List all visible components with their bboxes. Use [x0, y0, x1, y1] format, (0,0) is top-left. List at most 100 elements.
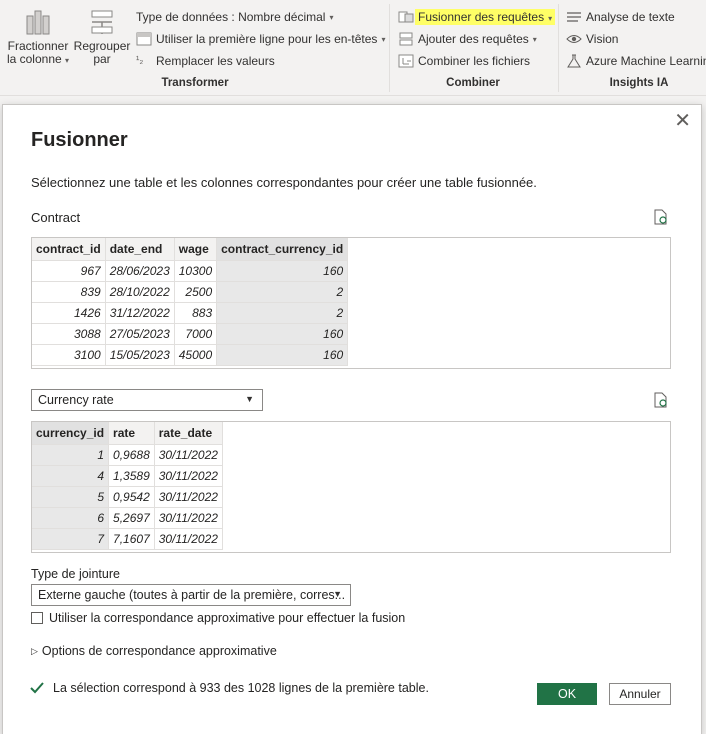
- table-cell: 6: [32, 507, 110, 529]
- table-cell: 2500: [174, 281, 218, 303]
- azure-ml-button[interactable]: Azure Machine Learning: [566, 51, 706, 71]
- table-cell: 1426: [32, 302, 106, 324]
- table-cell: 1,3589: [108, 465, 155, 487]
- table-cell: 4: [32, 465, 110, 487]
- column-header[interactable]: rate_date: [154, 422, 223, 445]
- refresh-preview-icon[interactable]: [654, 392, 668, 408]
- merge-queries-button[interactable]: Fusionner des requêtes ▾: [398, 7, 556, 27]
- split-column-button[interactable]: Fractionner la colonne ▾: [6, 8, 70, 67]
- table-row: 1426 31/12/2022 883 2: [32, 302, 349, 324]
- table-row: 4 1,3589 30/11/2022: [32, 465, 223, 487]
- chevron-right-icon: ▷: [31, 645, 38, 656]
- group-by-icon: [88, 8, 116, 36]
- table-cell: 30/11/2022: [154, 528, 223, 550]
- table-cell: 31/12/2022: [105, 302, 175, 324]
- flask-icon: [566, 54, 582, 68]
- ok-button[interactable]: OK: [537, 683, 597, 705]
- replace-values-button[interactable]: ¹₂ Remplacer les valeurs: [136, 51, 275, 71]
- table-cell: 45000: [174, 344, 218, 366]
- transform-group-label: Transformer: [161, 77, 229, 89]
- combine-files-button[interactable]: Combiner les fichiers: [398, 51, 530, 71]
- join-type-select[interactable]: Externe gauche (toutes à partir de la pr…: [31, 584, 351, 606]
- table-row: 6 5,2697 30/11/2022: [32, 507, 223, 529]
- dialog-title: Fusionner: [31, 129, 128, 151]
- table-cell: 160: [216, 323, 349, 345]
- append-queries-button[interactable]: Ajouter des requêtes ▾: [398, 29, 537, 49]
- table-cell: 27/05/2023: [105, 323, 175, 345]
- table-row: 3088 27/05/2023 7000 160: [32, 323, 349, 345]
- table-cell: 7: [32, 528, 110, 550]
- table-cell: 967: [32, 260, 106, 282]
- ai-group-label: Insights IA: [609, 77, 669, 89]
- split-column-icon: [24, 8, 52, 36]
- close-icon[interactable]: ✕: [674, 111, 691, 131]
- combine-files-icon: [398, 54, 414, 68]
- chevron-down-icon: ▼: [245, 394, 254, 404]
- table-header-icon: [136, 32, 152, 46]
- chevron-down-icon: ▾: [381, 34, 386, 44]
- table-row: 5 0,9542 30/11/2022: [32, 486, 223, 508]
- table-row: 3100 15/05/2023 45000 160: [32, 344, 349, 366]
- checkmark-icon: [29, 680, 45, 696]
- chevron-down-icon: ▼: [333, 589, 342, 599]
- join-type-label: Type de jointure: [31, 567, 120, 581]
- eye-icon: [566, 32, 582, 46]
- fuzzy-options-expander[interactable]: ▷ Options de correspondance approximativ…: [31, 644, 277, 658]
- table2-select[interactable]: Currency rate ▼: [31, 389, 263, 411]
- vision-button[interactable]: Vision: [566, 29, 618, 49]
- group-by-button[interactable]: Regrouper par: [74, 8, 130, 66]
- table-cell: 30/11/2022: [154, 507, 223, 529]
- ribbon-divider: [558, 4, 559, 92]
- merge-queries-icon: [398, 10, 414, 24]
- table-cell: 28/06/2023: [105, 260, 175, 282]
- text-lines-icon: [566, 10, 582, 24]
- table-cell: 7000: [174, 323, 218, 345]
- ribbon-divider: [389, 4, 390, 92]
- table-cell: 5: [32, 486, 110, 508]
- table-cell: 30/11/2022: [154, 465, 223, 487]
- column-header[interactable]: date_end: [105, 238, 175, 261]
- table-cell: 5,2697: [108, 507, 155, 529]
- table-cell: 3100: [32, 344, 106, 366]
- table-cell: 28/10/2022: [105, 281, 175, 303]
- chevron-down-icon: ▾: [329, 12, 334, 22]
- cancel-button[interactable]: Annuler: [609, 683, 671, 705]
- table-row: 839 28/10/2022 2500 2: [32, 281, 349, 303]
- column-header[interactable]: currency_id: [32, 422, 110, 445]
- replace-values-icon: ¹₂: [136, 55, 144, 66]
- column-header[interactable]: contract_id: [32, 238, 106, 261]
- match-status: La sélection correspond à 933 des 1028 l…: [29, 680, 429, 696]
- ribbon: Fractionner la colonne ▾ Regrouper par Typ…: [0, 0, 706, 96]
- table-cell: 30/11/2022: [154, 486, 223, 508]
- refresh-preview-icon[interactable]: [654, 209, 668, 225]
- merge-dialog: ✕ Fusionner Sélectionnez une table et le…: [2, 104, 702, 734]
- column-header[interactable]: contract_currency_id: [216, 238, 349, 261]
- table-cell: 15/05/2023: [105, 344, 175, 366]
- table-row: 1 0,9688 30/11/2022: [32, 444, 223, 466]
- table-cell: 2: [216, 302, 349, 324]
- table-cell: 2: [216, 281, 349, 303]
- table-cell: 10300: [174, 260, 218, 282]
- table2-preview: currency_id rate rate_date 1 0,9688 30/11/20…: [31, 421, 671, 553]
- column-header[interactable]: rate: [108, 422, 155, 445]
- table-cell: 160: [216, 344, 349, 366]
- table-row: 967 28/06/2023 10300 160: [32, 260, 349, 282]
- data-type-dropdown[interactable]: Type de données : Nombre décimal ▾: [136, 7, 333, 27]
- first-row-headers-button[interactable]: Utiliser la première ligne pour les en-t…: [136, 29, 385, 49]
- table-cell: 3088: [32, 323, 106, 345]
- text-analytics-button[interactable]: Analyse de texte: [566, 7, 675, 27]
- combine-group-label: Combiner: [446, 77, 500, 89]
- table-cell: 883: [174, 302, 218, 324]
- fuzzy-match-checkbox[interactable]: Utiliser la correspondance approximative…: [31, 611, 405, 625]
- table-cell: 30/11/2022: [154, 444, 223, 466]
- table-cell: 7,1607: [108, 528, 155, 550]
- table-cell: 0,9688: [108, 444, 155, 466]
- dialog-subtitle: Sélectionnez une table et les colonnes c…: [31, 175, 537, 190]
- column-header[interactable]: wage: [174, 238, 218, 261]
- table1-label: Contract: [31, 210, 81, 225]
- table-cell: 0,9542: [108, 486, 155, 508]
- table-cell: 160: [216, 260, 349, 282]
- table-cell: 1: [32, 444, 110, 466]
- append-queries-icon: [398, 32, 414, 46]
- checkbox-box[interactable]: [31, 612, 43, 624]
